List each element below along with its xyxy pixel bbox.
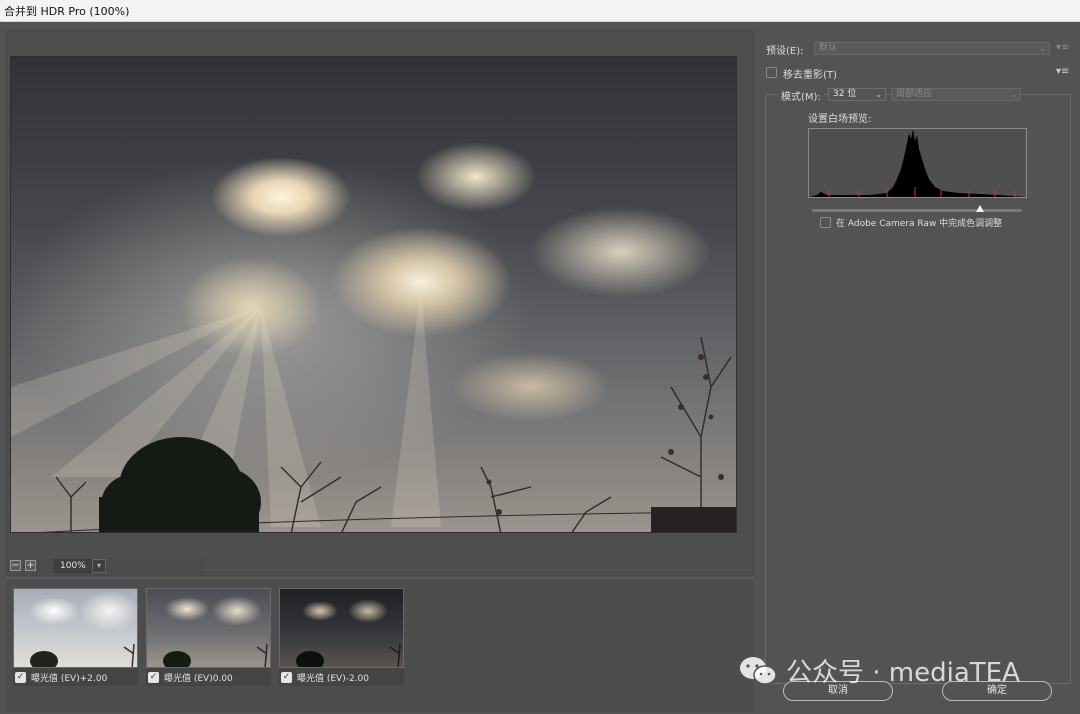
method-dropdown[interactable]: 局部适应 ⌄ bbox=[891, 88, 1021, 101]
watermark-text: 公众号 · mediaTEA bbox=[786, 658, 1020, 688]
histogram bbox=[808, 128, 1027, 198]
remove-ghosts-label: 移去重影(T) bbox=[783, 70, 837, 81]
thumbnail-caption: ✓ 曝光值 (EV)-2.00 bbox=[281, 670, 369, 684]
chevron-down-icon: ⌄ bbox=[875, 90, 882, 99]
bit-depth-dropdown[interactable]: 32 位 ⌄ bbox=[828, 88, 886, 101]
wechat-icon bbox=[740, 656, 777, 685]
flyout-menu-icon[interactable]: ▾≡ bbox=[1056, 66, 1069, 77]
exposure-value-label: 曝光值 (EV)0.00 bbox=[164, 673, 233, 684]
white-point-slider-handle[interactable] bbox=[976, 205, 984, 212]
zoom-in-button[interactable]: + bbox=[25, 560, 36, 571]
exposure-value-label: 曝光值 (EV)+2.00 bbox=[31, 673, 108, 684]
chevron-down-icon: ⌄ bbox=[1010, 90, 1017, 99]
hdr-options-panel: 预设(E): 默认 ⌄ ▾≡ 移去重影(T) ▾≡ 模式(M): 32 位 ⌄ … bbox=[760, 30, 1076, 710]
tree-silhouettes bbox=[11, 287, 736, 532]
chevron-down-icon[interactable]: ▾ bbox=[92, 559, 106, 573]
window-title: 合并到 HDR Pro (100%) bbox=[4, 5, 130, 18]
method-value: 局部适应 bbox=[896, 89, 933, 99]
watermark: 公众号 · mediaTEA bbox=[738, 652, 1020, 689]
acr-toning-label: 在 Adobe Camera Raw 中完成色调调整 bbox=[836, 219, 1003, 229]
checkbox-checked-icon[interactable]: ✓ bbox=[148, 671, 159, 683]
preset-dropdown[interactable]: 默认 ⌄ bbox=[814, 42, 1050, 55]
preset-label: 预设(E): bbox=[766, 46, 804, 57]
source-thumbnail[interactable]: ✓ 曝光值 (EV)0.00 bbox=[146, 588, 271, 686]
thumbnail-caption: ✓ 曝光值 (EV)0.00 bbox=[148, 670, 233, 684]
mode-label: 模式(M): bbox=[778, 88, 824, 103]
thumbnail-image bbox=[146, 588, 271, 668]
white-point-label: 设置白场预览: bbox=[808, 114, 872, 125]
thumbnail-caption: ✓ 曝光值 (EV)+2.00 bbox=[15, 670, 107, 684]
title-bar: 合并到 HDR Pro (100%) bbox=[0, 0, 1080, 22]
source-thumbnail[interactable]: ✓ 曝光值 (EV)+2.00 bbox=[13, 588, 138, 686]
remove-ghosts-checkbox[interactable] bbox=[766, 67, 777, 78]
checkbox-checked-icon[interactable]: ✓ bbox=[15, 671, 26, 683]
chevron-down-icon: ⌄ bbox=[1039, 44, 1046, 53]
hdr-preview-image bbox=[10, 56, 737, 533]
exposure-value-label: 曝光值 (EV)-2.00 bbox=[297, 673, 370, 684]
zoom-bar: − + 100% ▾ bbox=[8, 558, 204, 574]
checkbox-checked-icon[interactable]: ✓ bbox=[281, 671, 292, 683]
zoom-out-button[interactable]: − bbox=[10, 560, 21, 571]
flyout-menu-icon[interactable]: ▾≡ bbox=[1056, 42, 1069, 53]
white-point-slider-track[interactable] bbox=[812, 209, 1022, 212]
bit-depth-value: 32 位 bbox=[833, 89, 857, 99]
acr-checkbox[interactable] bbox=[820, 217, 831, 228]
thumbnail-image bbox=[279, 588, 404, 668]
thumbnail-image bbox=[13, 588, 138, 668]
source-thumbnail[interactable]: ✓ 曝光值 (EV)-2.00 bbox=[279, 588, 404, 686]
preset-value: 默认 bbox=[819, 43, 838, 53]
